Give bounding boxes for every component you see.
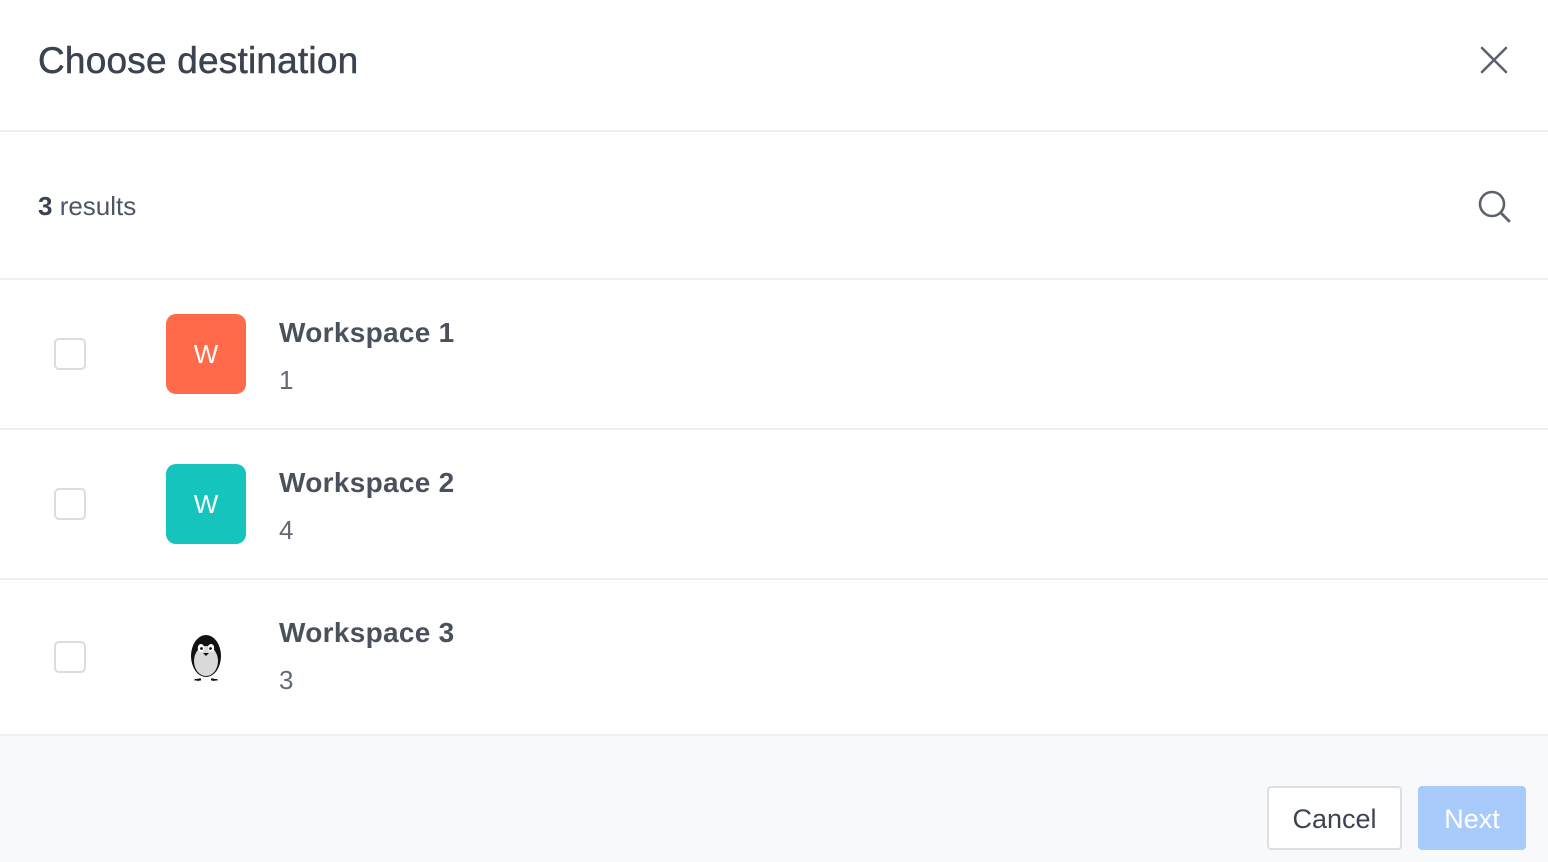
- workspace-name: Workspace 1: [279, 317, 455, 348]
- search-icon: [1478, 190, 1511, 223]
- workspace-row[interactable]: W Workspace 2 4: [0, 430, 1548, 580]
- results-label: results: [52, 191, 137, 221]
- dialog-footer: Cancel Next: [0, 736, 1548, 862]
- workspace-name: Workspace 3: [279, 617, 455, 648]
- avatar-letter: W: [193, 339, 219, 369]
- dialog-title: Choose destination: [38, 40, 359, 82]
- workspace-checkbox[interactable]: [54, 488, 86, 520]
- workspace-checkbox[interactable]: [54, 338, 86, 370]
- workspace-name: Workspace 2: [279, 467, 455, 498]
- results-count: 3: [38, 191, 53, 221]
- workspace-checkbox[interactable]: [54, 641, 86, 673]
- avatar-letter: W: [193, 489, 219, 519]
- workspace-subtitle: 1: [279, 365, 294, 395]
- close-icon: [1480, 46, 1508, 74]
- workspace-row[interactable]: Workspace 3 3: [0, 580, 1548, 736]
- choose-destination-dialog: Choose destination 3 results W Workspace…: [0, 0, 1548, 862]
- next-button[interactable]: Next: [1418, 786, 1526, 850]
- results-toolbar: 3 results: [0, 132, 1548, 280]
- workspace-list: W Workspace 1 1 W Workspace 2 4 Workspac…: [0, 280, 1548, 736]
- workspace-avatar: W: [166, 464, 246, 544]
- search-button[interactable]: [1474, 186, 1514, 226]
- cancel-button[interactable]: Cancel: [1267, 786, 1402, 850]
- workspace-avatar: W: [166, 314, 246, 394]
- close-button[interactable]: [1474, 40, 1514, 80]
- workspace-subtitle: 3: [279, 665, 294, 695]
- workspace-avatar: [166, 614, 246, 694]
- workspace-subtitle: 4: [279, 515, 294, 545]
- results-summary: 3 results: [38, 190, 136, 222]
- workspace-row[interactable]: W Workspace 1 1: [0, 280, 1548, 430]
- dialog-header: Choose destination: [0, 0, 1548, 132]
- penguin-icon: [191, 635, 221, 681]
